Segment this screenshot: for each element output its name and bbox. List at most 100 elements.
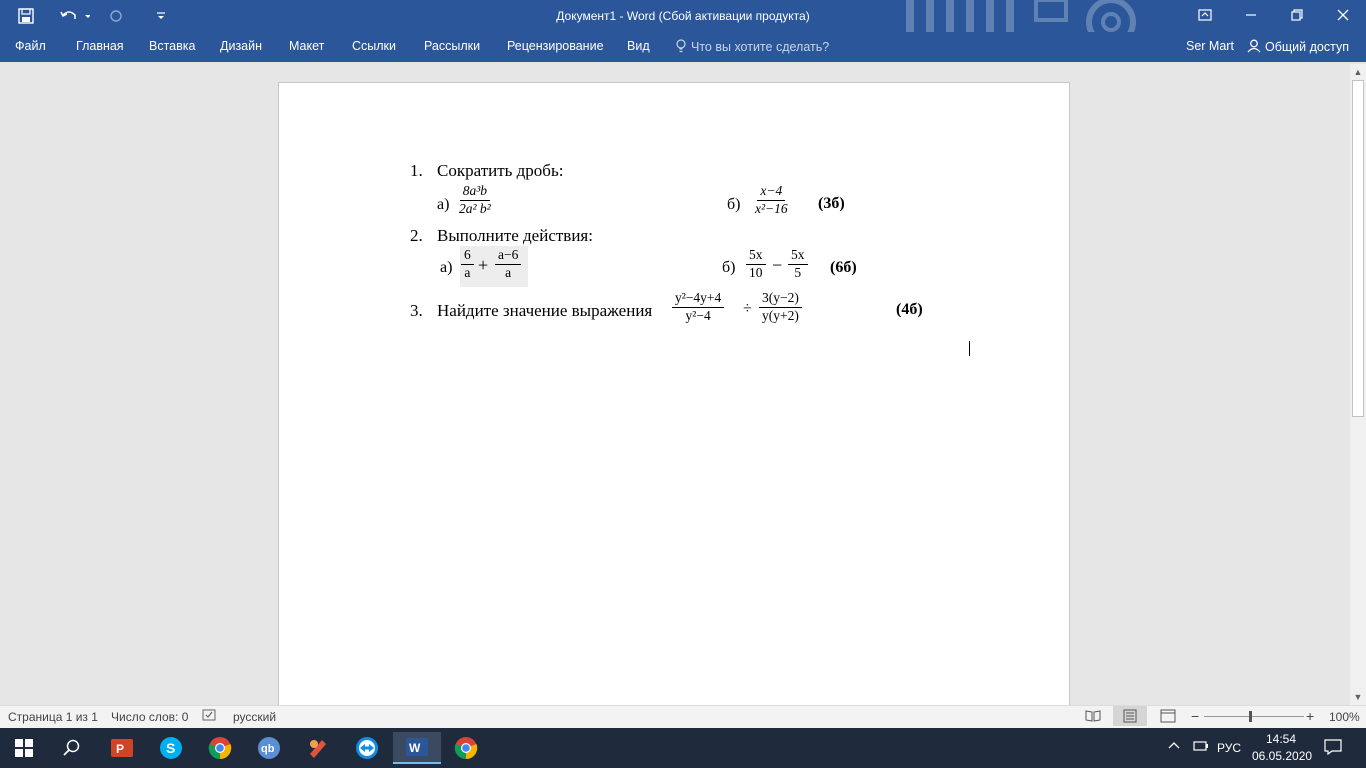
read-mode-icon[interactable]: [1085, 709, 1101, 726]
scroll-down-arrow-icon[interactable]: ▼: [1350, 690, 1366, 704]
minimize-button[interactable]: [1228, 0, 1274, 32]
start-button[interactable]: [0, 732, 48, 764]
document-canvas[interactable]: [0, 64, 1350, 705]
minimize-icon: [1246, 14, 1256, 16]
item2-b-fraction-2: 5x 5: [788, 247, 808, 282]
taskbar-qbittorrent[interactable]: qb: [245, 732, 293, 764]
item2-a-operator: +: [478, 255, 489, 275]
zoom-slider[interactable]: [1204, 716, 1304, 717]
item1-number: 1.: [410, 161, 423, 180]
item1-b-label: б): [727, 196, 741, 213]
close-icon: [1337, 9, 1349, 21]
fraction-numerator: 3(y−2): [759, 290, 802, 308]
taskbar-chrome-1[interactable]: [196, 732, 244, 764]
item1-points: (3б): [818, 195, 845, 212]
page-count[interactable]: Страница 1 из 1: [8, 710, 98, 724]
item3-points: (4б): [896, 301, 923, 318]
taskbar-skype[interactable]: S: [147, 732, 195, 764]
zoom-slider-thumb[interactable]: [1249, 711, 1252, 722]
share-label: Общий доступ: [1265, 40, 1349, 54]
user-name[interactable]: Ser Mart: [1186, 39, 1234, 53]
zoom-in-icon[interactable]: +: [1306, 708, 1314, 724]
item2-points: (6б): [830, 259, 857, 276]
taskbar-ccleaner[interactable]: [294, 732, 342, 764]
ribbon-tabs: Файл Главная Вставка Дизайн Макет Ссылки…: [0, 32, 1366, 62]
scroll-up-arrow-icon[interactable]: ▲: [1350, 65, 1366, 79]
taskbar-powerpoint[interactable]: P: [98, 732, 146, 764]
lightbulb-icon: [676, 39, 686, 53]
restore-button[interactable]: [1274, 0, 1320, 32]
title-bar: Документ1 - Word (Сбой активации продукт…: [0, 0, 1366, 60]
fraction-numerator: 8a³b: [459, 183, 491, 201]
powerpoint-icon: P: [111, 739, 133, 757]
print-layout-icon: [1123, 709, 1137, 723]
item2-b-fraction-1: 5x 10: [746, 247, 766, 282]
tell-me-placeholder: Что вы хотите сделать?: [691, 40, 830, 54]
search-icon: [63, 739, 80, 756]
print-layout-button[interactable]: [1113, 706, 1147, 726]
tab-mailings[interactable]: Рассылки: [424, 39, 480, 53]
document-page[interactable]: [278, 82, 1070, 705]
fraction-denominator: y(y+2): [762, 307, 799, 323]
restore-icon: [1291, 9, 1303, 21]
item3-fraction-2: 3(y−2) y(y+2): [759, 290, 802, 325]
fraction-denominator: a: [464, 264, 471, 280]
tab-insert[interactable]: Вставка: [149, 39, 195, 53]
item3-operator: ÷: [743, 300, 752, 317]
person-icon: [1247, 39, 1261, 53]
tab-view[interactable]: Вид: [627, 39, 650, 53]
tab-home[interactable]: Главная: [76, 39, 124, 53]
fraction-denominator: y²−4: [685, 307, 711, 323]
search-button[interactable]: [48, 732, 96, 764]
web-layout-icon[interactable]: [1160, 709, 1176, 726]
fraction-denominator: x²−16: [755, 200, 788, 216]
svg-text:W: W: [409, 741, 421, 755]
item2-text: Выполните действия:: [437, 226, 593, 245]
share-button[interactable]: Общий доступ: [1247, 39, 1349, 54]
status-bar: Страница 1 из 1 Число слов: 0 русский − …: [0, 705, 1366, 728]
ribbon-display-options-button[interactable]: [1182, 0, 1228, 32]
clock-date[interactable]: 06.05.2020: [1252, 749, 1312, 763]
tray-chevron-up-icon[interactable]: [1167, 738, 1181, 755]
close-button[interactable]: [1320, 0, 1366, 32]
keyboard-language[interactable]: РУС: [1217, 741, 1241, 755]
proofing-icon[interactable]: [202, 709, 218, 726]
item3-text: Найдите значение выражения: [437, 301, 653, 320]
tab-references[interactable]: Ссылки: [352, 39, 396, 53]
item2-number: 2.: [410, 226, 423, 245]
scroll-thumb[interactable]: [1352, 80, 1364, 417]
fraction-numerator: x−4: [757, 183, 786, 201]
taskbar-word[interactable]: W: [393, 732, 441, 764]
item3-number: 3.: [410, 301, 423, 320]
chrome-icon: [208, 737, 232, 760]
word-count[interactable]: Число слов: 0: [111, 710, 188, 724]
item1-b-fraction: x−4 x²−16: [752, 183, 791, 218]
item2-a-label: а): [440, 259, 453, 276]
item2-b-label: б): [722, 259, 736, 276]
fraction-denominator: 2a² b²: [459, 200, 491, 216]
svg-text:S: S: [166, 740, 175, 756]
item2-a-fraction-1: 6 a: [461, 247, 474, 282]
svg-text:qb: qb: [261, 743, 275, 755]
fraction-denominator: a: [505, 264, 512, 280]
notifications-icon[interactable]: [1324, 739, 1342, 758]
ribbon-display-icon: [1198, 9, 1212, 21]
fraction-numerator: y²−4y+4: [672, 290, 725, 308]
zoom-out-icon[interactable]: −: [1191, 708, 1199, 724]
fraction-numerator: 5x: [788, 247, 808, 265]
skype-icon: S: [160, 737, 182, 759]
tab-review[interactable]: Рецензирование: [507, 39, 604, 53]
item2-a-fraction-2: a−6 a: [495, 247, 522, 282]
tell-me-box[interactable]: Что вы хотите сделать?: [676, 39, 829, 54]
language-indicator[interactable]: русский: [233, 710, 276, 724]
item1-a-fraction: 8a³b 2a² b²: [456, 183, 494, 218]
tab-file[interactable]: Файл: [15, 39, 46, 53]
taskbar-chrome-2[interactable]: [442, 732, 490, 764]
tab-layout[interactable]: Макет: [289, 39, 324, 53]
battery-icon[interactable]: [1191, 739, 1209, 756]
clock-time[interactable]: 14:54: [1266, 732, 1296, 746]
taskbar-teamviewer[interactable]: [343, 732, 391, 764]
zoom-level[interactable]: 100%: [1329, 710, 1360, 724]
vertical-scrollbar[interactable]: ▲ ▼: [1350, 64, 1366, 705]
tab-design[interactable]: Дизайн: [220, 39, 262, 53]
